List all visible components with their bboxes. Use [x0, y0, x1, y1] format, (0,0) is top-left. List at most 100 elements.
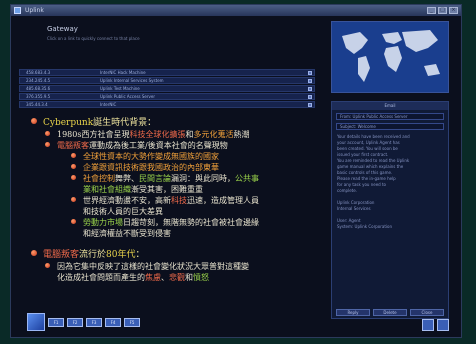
- highlight-text: 科技: [171, 196, 187, 205]
- email-panel-header: Email: [332, 102, 448, 110]
- slide-subitem: 世界經濟動盪不安，高新科技迅速，造成管理人員: [31, 195, 339, 206]
- close-button[interactable]: Close: [410, 309, 444, 316]
- gateway-link-list: 458.683.4.3 InterNIC Hack Machine 234.24…: [19, 69, 315, 109]
- slide-heading-2: 電腦叛客流行於80年代：: [31, 247, 339, 261]
- bullet-icon: [45, 131, 50, 136]
- highlight-text: 悲觀: [169, 273, 185, 282]
- bullet-icon: [31, 250, 37, 256]
- world-map[interactable]: [331, 21, 449, 93]
- taskbar-button[interactable]: F1: [48, 317, 64, 327]
- close-icon[interactable]: ×: [449, 7, 458, 14]
- subitem-text: 迅速，造成管理人員: [187, 196, 259, 205]
- link-ip: 345.44.3.4: [26, 102, 48, 107]
- window-controls: _ □ ×: [427, 7, 458, 14]
- bullet-icon: [71, 175, 76, 180]
- subitem-text: 和技術人員的巨大差異: [83, 207, 163, 216]
- heading-text: 誕生時代背景：: [93, 118, 157, 128]
- slide-subitem-continued: 和經濟權益不斷受到侵害: [31, 228, 339, 239]
- slide-subitem: 勞動力市場日趨苛刻，無階無勢的社會被社會邊緣: [31, 217, 339, 228]
- connect-icon[interactable]: [308, 79, 312, 83]
- subitem-text: 日趨苛刻，無階無勢的社會被社會邊緣: [123, 218, 259, 227]
- bullet-icon: [45, 263, 50, 268]
- tray-left-icon[interactable]: [422, 319, 434, 331]
- slide-content: Cyberpunk誕生時代背景： 1980s西方社會呈現科技全球化擴張和多元化蒐…: [31, 115, 339, 283]
- highlight-text: 公共事: [235, 174, 259, 183]
- gateway-link-row[interactable]: 376.355.9.5 Uplink Public Access Server: [19, 93, 315, 100]
- window-titlebar[interactable]: Uplink _ □ ×: [11, 5, 461, 16]
- item-text: 運動成為後工業/後資本社會的名聲現物: [89, 141, 228, 150]
- app-icon: [14, 7, 21, 14]
- window-title: Uplink: [25, 7, 44, 14]
- link-ip: 458.683.4.3: [26, 70, 51, 75]
- bullet-icon: [71, 164, 76, 169]
- highlight-text: 科技全球化擴張: [129, 130, 186, 139]
- subitem-text: 世界經濟動盪不安，高新: [83, 196, 171, 205]
- email-body: Your details have been received and your…: [337, 134, 410, 229]
- heading-keyword: 80年代: [106, 250, 136, 260]
- item-text: 因為它集中反映了這樣的社會變化狀況大眾普對這種變: [57, 262, 249, 271]
- item-text: 1980s西方社會呈現: [57, 130, 130, 139]
- subitem-text: 業和: [83, 185, 99, 194]
- email-panel: Email From: Uplink Public Access Server …: [331, 101, 449, 319]
- gateway-link-row[interactable]: 345.44.3.4 InterNIC: [19, 101, 315, 108]
- link-ip: 376.355.9.5: [26, 94, 51, 99]
- slide-subitem-continued: 業和社會組織漸受其害，困難重重: [31, 184, 339, 195]
- subitem-text: 舞弊、: [115, 174, 139, 183]
- maximize-icon[interactable]: □: [438, 7, 447, 14]
- subitem-text: 全球性資本的大勢作變成無國族的國家: [83, 152, 219, 161]
- slide-subitem: 企業跟資訊技術跟我國政治的內部東華: [31, 162, 339, 173]
- uplink-logo-icon[interactable]: [27, 313, 45, 331]
- delete-button[interactable]: Delete: [373, 309, 407, 316]
- highlight-text: 民間言論: [139, 174, 171, 183]
- item-text: 化造成社會問題而產生的: [57, 273, 145, 282]
- reply-button[interactable]: Reply: [336, 309, 370, 316]
- gateway-title: Gateway: [47, 25, 78, 33]
- highlight-text: 社會組織: [99, 185, 131, 194]
- gateway-link-row[interactable]: 458.683.4.3 InterNIC Hack Machine: [19, 69, 315, 76]
- taskbar-button[interactable]: F5: [124, 317, 140, 327]
- gateway-link-row[interactable]: 485.68.35.6 Uplink Test Machine: [19, 85, 315, 92]
- link-name: InterNIC Hack Machine: [100, 70, 146, 75]
- gateway-subtitle: Click on a link to quickly connect to th…: [47, 36, 140, 41]
- email-actions: Reply Delete Close: [336, 309, 444, 316]
- minimize-icon[interactable]: _: [427, 7, 436, 14]
- bullet-icon: [71, 153, 76, 158]
- tray-icons: [422, 319, 449, 331]
- gateway-link-row[interactable]: 234.245.4.5 Uplink Internal Services Sys…: [19, 77, 315, 84]
- link-ip: 234.245.4.5: [26, 78, 51, 83]
- highlight-text: 焦慮: [145, 273, 161, 282]
- slide-item-continued: 化造成社會問題而產生的焦慮、悲觀和憤怒: [31, 272, 339, 283]
- highlight-text: 勞動力市場: [83, 218, 123, 227]
- highlight-text: 電腦叛客: [57, 141, 89, 150]
- subitem-text: 和經濟權益不斷受到侵害: [83, 229, 171, 238]
- uplink-window: Uplink _ □ × Gateway Click on a link to …: [10, 4, 462, 338]
- slide-item: 1980s西方社會呈現科技全球化擴張和多元化蒐活熱潮: [31, 129, 339, 140]
- heading-text: ：: [135, 250, 145, 260]
- email-from: From: Uplink Public Access Server: [336, 113, 444, 120]
- bullet-icon: [71, 219, 76, 224]
- heading-keyword: 電腦叛客: [43, 250, 80, 260]
- connect-icon[interactable]: [308, 103, 312, 107]
- bullet-icon: [45, 142, 50, 147]
- item-text: 、: [161, 273, 169, 282]
- item-text: 和: [185, 273, 193, 282]
- slide-item: 電腦叛客運動成為後工業/後資本社會的名聲現物: [31, 140, 339, 151]
- email-subject: Subject: Welcome: [336, 123, 444, 130]
- highlight-text: 社會控制: [83, 174, 115, 183]
- connect-icon[interactable]: [308, 95, 312, 99]
- subitem-text: 企業跟資訊技術跟我國政治的內部東華: [83, 163, 219, 172]
- taskbar-button[interactable]: F3: [86, 317, 102, 327]
- tray-right-icon[interactable]: [437, 319, 449, 331]
- link-ip: 485.68.35.6: [26, 86, 51, 91]
- link-name: Uplink Public Access Server: [100, 94, 156, 99]
- link-name: Uplink Internal Services System: [100, 78, 164, 83]
- taskbar-button[interactable]: F4: [105, 317, 121, 327]
- connect-icon[interactable]: [308, 87, 312, 91]
- connect-icon[interactable]: [308, 71, 312, 75]
- taskbar-button[interactable]: F2: [67, 317, 83, 327]
- bullet-icon: [71, 197, 76, 202]
- slide-subitem: 社會控制舞弊、民間言論漏洞：與此同時，公共事: [31, 173, 339, 184]
- link-name: InterNIC: [100, 102, 117, 107]
- heading-keyword: Cyberpunk: [43, 118, 94, 128]
- subitem-text: 漸受其害，困難重重: [131, 185, 203, 194]
